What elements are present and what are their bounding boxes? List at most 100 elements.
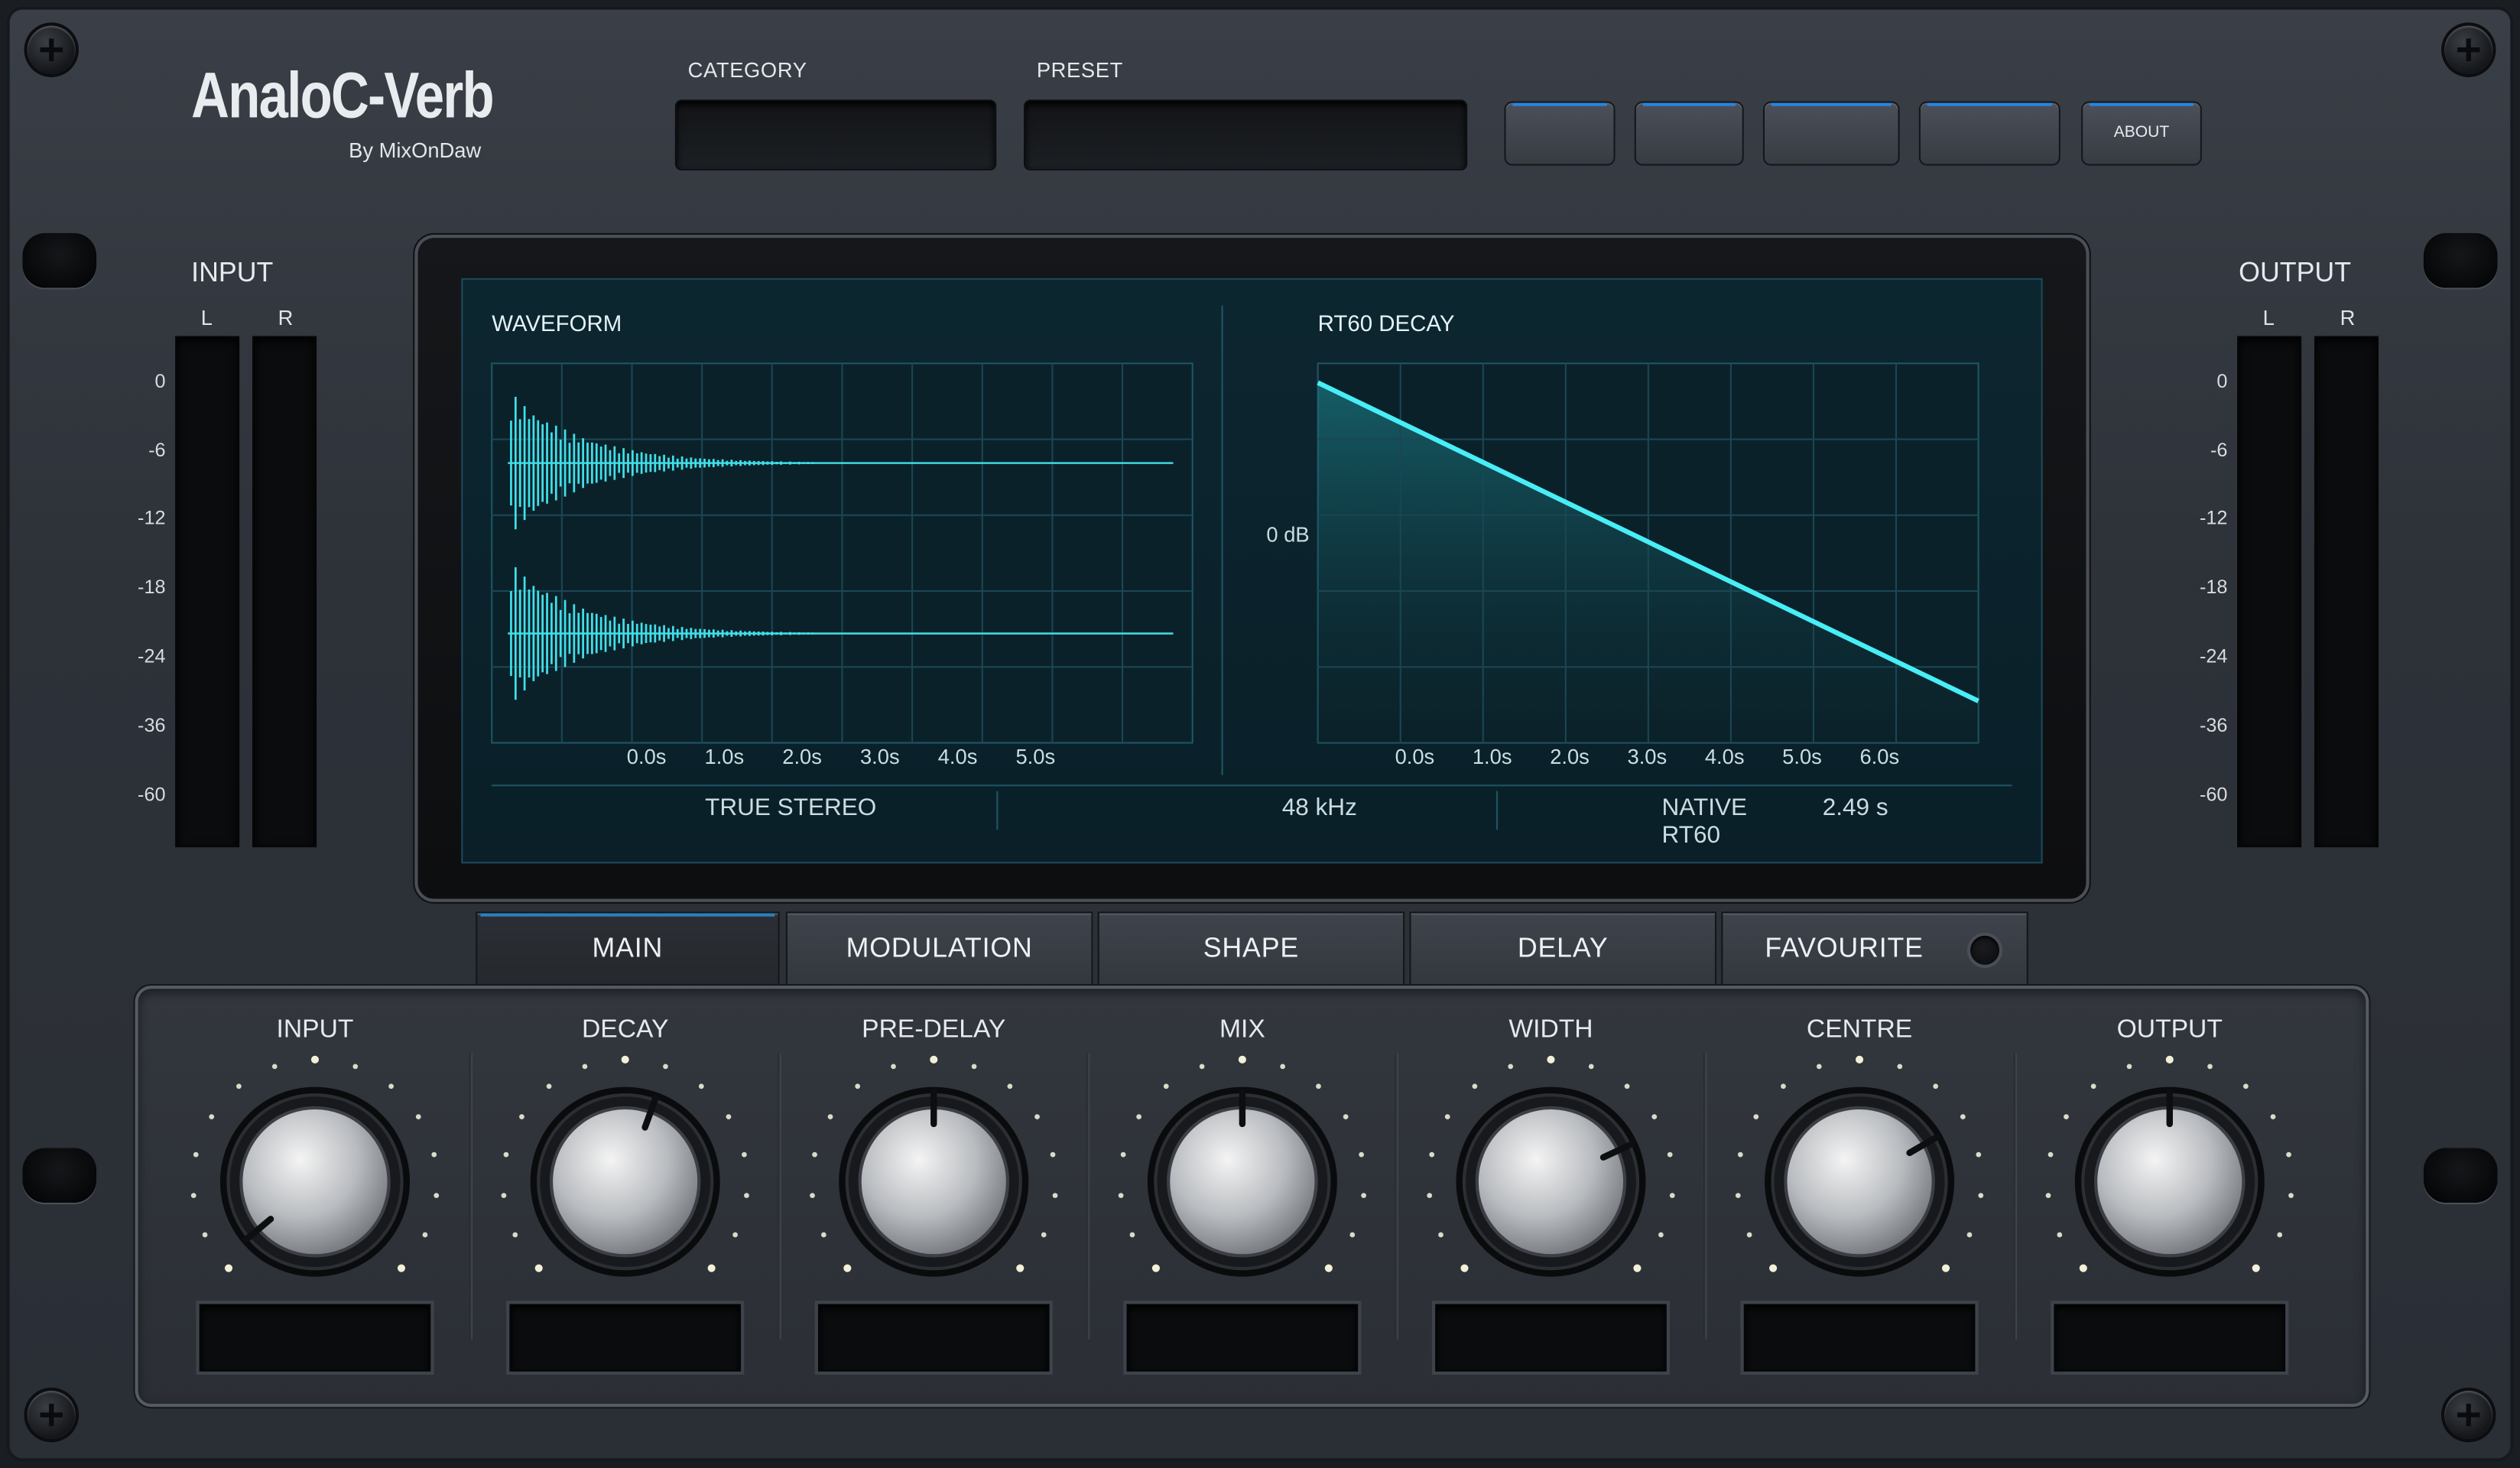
knob-scale-dot — [2207, 1064, 2213, 1070]
knob-scale-dot — [1547, 1055, 1555, 1064]
knob-centre[interactable] — [1723, 1045, 1996, 1319]
meter-scale-label: -60 — [2199, 783, 2228, 806]
knob-scale-dot — [1588, 1064, 1594, 1070]
knob-scale-dot — [310, 1055, 320, 1064]
meter-scale-label: -12 — [2199, 506, 2228, 529]
knob-width[interactable] — [1414, 1045, 1687, 1319]
knob-cap — [1167, 1106, 1318, 1258]
input-meter-left — [177, 337, 239, 846]
decay-tick: 3.0s — [1627, 744, 1668, 769]
screw-icon — [2444, 1391, 2493, 1440]
knob-label: WIDTH — [1508, 1016, 1593, 1044]
knob-scale-dot — [698, 1083, 704, 1090]
knob-scale-dot — [1753, 1114, 1759, 1120]
knob-scale-dot — [534, 1264, 543, 1272]
decay-tick: 6.0s — [1859, 744, 1900, 769]
rack-slot — [22, 1148, 97, 1203]
knob-scale-dot — [742, 1151, 747, 1158]
knob-scale-dot — [1280, 1064, 1286, 1070]
rack-slot — [2423, 232, 2498, 288]
knob-value-field[interactable] — [1745, 1305, 1974, 1370]
decay-tick: 1.0s — [1472, 744, 1512, 769]
knob-value-field[interactable] — [820, 1305, 1048, 1370]
toolbar-button-1[interactable] — [1505, 102, 1614, 164]
knob-scale-dot — [1472, 1083, 1478, 1090]
knob-value-field[interactable] — [1128, 1305, 1357, 1370]
knob-scale-dot — [546, 1083, 552, 1090]
knob-value-field[interactable] — [511, 1305, 739, 1370]
preset-select[interactable] — [1025, 101, 1466, 169]
preset-label: PRESET — [1036, 57, 1123, 83]
knob-divider — [1086, 1053, 1090, 1340]
knob-scale-dot — [2045, 1193, 2051, 1198]
meter-scale-label: -24 — [138, 645, 166, 667]
knob-pre-delay[interactable] — [797, 1045, 1070, 1319]
favourite-led-icon[interactable] — [1970, 935, 1999, 965]
knob-label: INPUT — [276, 1016, 354, 1044]
knob-mix[interactable] — [1106, 1045, 1379, 1319]
knob-scale-dot — [1667, 1151, 1673, 1158]
knob-scale-dot — [1769, 1264, 1778, 1272]
output-meter-right — [2316, 337, 2377, 846]
knob-scale-dot — [726, 1114, 732, 1120]
knob-scale-dot — [1781, 1083, 1786, 1090]
knob-scale-dot — [190, 1193, 196, 1198]
tab-main[interactable]: MAIN — [477, 913, 778, 985]
about-button[interactable]: ABOUT — [2083, 102, 2200, 164]
toolbar-button-4[interactable] — [1920, 102, 2059, 164]
knob-value-field[interactable] — [200, 1305, 430, 1370]
tab-shape[interactable]: SHAPE — [1099, 913, 1404, 985]
category-select[interactable] — [676, 101, 995, 169]
knob-scale-dot — [1669, 1193, 1675, 1198]
knob-scale-dot — [1633, 1264, 1642, 1272]
toolbar-button-3[interactable] — [1765, 102, 1898, 164]
tab-modulation[interactable]: MODULATION — [788, 913, 1092, 985]
knob-scale-dot — [2126, 1064, 2132, 1070]
knob-label: CENTRE — [1806, 1016, 1913, 1044]
decay-graph — [1317, 362, 1979, 744]
meter-scale-label: -18 — [138, 575, 166, 599]
input-meter-left-label: L — [200, 305, 213, 330]
knob-cap — [1784, 1106, 1935, 1258]
knob-scale-dot — [415, 1114, 421, 1120]
waveform-tick: 3.0s — [859, 744, 900, 769]
knob-scale-dot — [1361, 1193, 1366, 1198]
knob-scale-dot — [1444, 1114, 1450, 1120]
knob-scale-dot — [2277, 1232, 2283, 1238]
knob-scale-dot — [1118, 1193, 1124, 1198]
knob-scale-dot — [1933, 1083, 1939, 1090]
knob-scale-dot — [2057, 1232, 2063, 1238]
output-meter-title: OUTPUT — [2239, 257, 2352, 288]
knob-value-field[interactable] — [2055, 1305, 2284, 1370]
knob-scale-dot — [1966, 1232, 1973, 1238]
app-title: AnaloC-Verb — [191, 60, 495, 132]
knob-value-field[interactable] — [1437, 1305, 1665, 1370]
tab-delay[interactable]: DELAY — [1411, 913, 1715, 985]
knob-decay[interactable] — [489, 1045, 762, 1319]
knob-cap — [549, 1106, 701, 1258]
app-byline: By MixOnDaw — [349, 138, 482, 163]
knob-scale-dot — [1429, 1151, 1435, 1158]
knob-scale-dot — [855, 1083, 861, 1090]
knob-scale-dot — [202, 1232, 208, 1238]
decay-tick: 5.0s — [1782, 744, 1822, 769]
screw-icon — [27, 25, 76, 74]
tab-modulation-label: MODULATION — [846, 932, 1033, 963]
waveform-tick: 5.0s — [1015, 744, 1056, 769]
knob-output[interactable] — [2033, 1045, 2306, 1319]
meter-scale-label: 0 — [154, 369, 166, 393]
knob-scale-dot — [1136, 1114, 1141, 1120]
meter-scale-label: -60 — [138, 783, 166, 806]
knob-scale-dot — [2242, 1083, 2249, 1090]
decay-ylabel: 0 dB — [1266, 522, 1310, 547]
knob-input[interactable] — [178, 1045, 451, 1319]
knob-scale-dot — [2079, 1264, 2087, 1272]
display-divider — [1221, 305, 1223, 775]
knob-scale-dot — [971, 1064, 977, 1070]
meter-scale-label: -6 — [2210, 439, 2228, 462]
knob-scale-dot — [891, 1064, 896, 1070]
toolbar-button-2[interactable] — [1635, 102, 1742, 164]
output-meter-right-label: R — [2340, 305, 2356, 330]
decay-tick: 2.0s — [1550, 744, 1590, 769]
input-meter-right — [254, 337, 315, 846]
